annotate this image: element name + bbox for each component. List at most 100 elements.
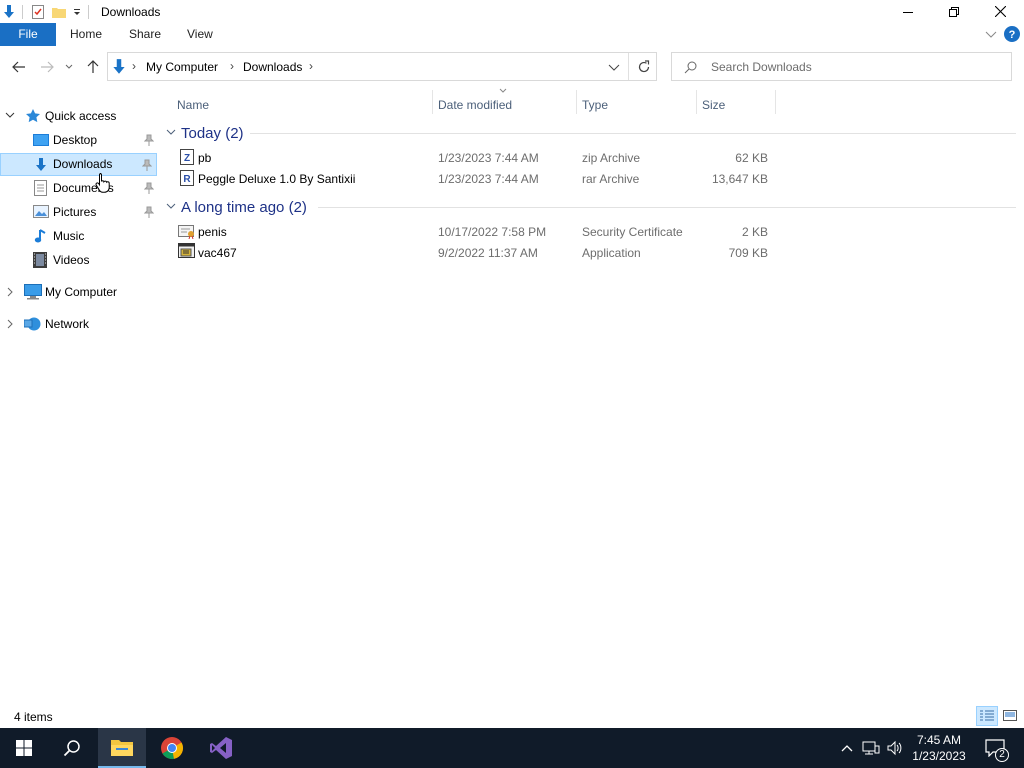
column-header-size[interactable]: Size [702,95,725,115]
taskbar-visual-studio[interactable] [197,728,245,768]
breadcrumb-my-computer[interactable]: My Computer [146,60,218,74]
refresh-icon[interactable] [637,60,651,74]
forward-button[interactable] [37,58,57,76]
column-header-type[interactable]: Type [582,95,608,115]
nav-item-label: Music [53,229,85,243]
up-button[interactable] [83,58,103,76]
group-collapse-chevron-icon[interactable] [166,203,176,211]
file-size: 13,647 KB [711,172,768,186]
search-placeholder: Search Downloads [711,60,812,74]
customize-toolbar-chevron-icon[interactable] [72,4,82,20]
back-button[interactable] [9,58,29,76]
help-icon[interactable]: ? [1004,26,1020,42]
new-folder-icon[interactable] [51,4,67,20]
group-divider [250,133,1016,134]
star-icon [26,109,40,123]
rar-archive-icon: R [180,170,194,186]
nav-videos[interactable]: Videos [0,249,158,271]
column-separator[interactable] [696,90,697,114]
file-row[interactable]: Z pb 1/23/2023 7:44 AM zip Archive 62 KB [174,148,774,169]
item-count: 4 items [14,710,53,724]
details-view-icon [980,710,994,721]
address-history-chevron-icon[interactable] [608,64,620,72]
nav-documents[interactable]: Documents [0,177,158,199]
properties-icon[interactable] [30,4,46,20]
up-arrow-icon [87,60,99,73]
column-separator[interactable] [775,90,776,114]
chevron-up-icon [841,745,853,752]
clock[interactable]: 7:45 AM 1/23/2023 [908,728,970,768]
start-button[interactable] [0,728,48,768]
search-button[interactable] [48,728,96,768]
file-row[interactable]: vac467 9/2/2022 11:37 AM Application 709… [174,243,774,264]
visual-studio-icon [210,737,232,759]
address-bar[interactable]: › My Computer › Downloads › [107,52,657,81]
column-separator[interactable] [576,90,577,114]
pin-icon[interactable] [144,206,154,218]
minimize-icon [903,11,913,13]
group-label: A long time ago (2) [181,198,307,216]
minimize-button[interactable] [885,0,931,23]
pin-icon[interactable] [144,134,154,146]
nav-quick-access-label: Quick access [45,109,117,123]
application-icon [178,243,195,258]
large-icons-view-icon [1003,710,1017,721]
breadcrumb-separator-icon: › [230,59,234,73]
group-divider [318,207,1016,208]
taskbar-file-explorer[interactable] [98,728,146,768]
tab-view[interactable]: View [187,23,213,46]
action-center-button[interactable]: 2 [978,728,1012,768]
recent-locations-button[interactable] [62,58,76,76]
pictures-icon [33,205,49,218]
close-button[interactable] [977,0,1023,23]
file-row[interactable]: R Peggle Deluxe 1.0 By Santixii 1/23/202… [174,169,774,190]
downloads-arrow-icon[interactable] [1,4,17,20]
chevron-expanded-icon[interactable] [5,112,15,120]
taskbar-chrome[interactable] [148,728,196,768]
show-hidden-icons-button[interactable] [838,728,856,768]
svg-text:Z: Z [184,153,190,164]
column-header-date-modified[interactable]: Date modified [438,95,512,115]
restore-button[interactable] [931,0,977,23]
tab-file[interactable]: File [0,23,56,46]
file-date: 10/17/2022 7:58 PM [438,225,547,239]
file-size: 2 KB [741,225,768,239]
nav-desktop[interactable]: Desktop [0,129,158,151]
group-collapse-chevron-icon[interactable] [166,129,176,137]
search-icon [684,61,697,74]
pin-icon[interactable] [142,159,152,171]
file-size: 62 KB [735,151,768,165]
nav-downloads[interactable]: Downloads [0,153,157,176]
breadcrumb-downloads[interactable]: Downloads [243,60,302,74]
group-header-today[interactable]: Today (2) [166,123,244,143]
details-view-button[interactable] [976,706,998,726]
nav-item-label: Downloads [53,157,113,171]
chevron-right-icon[interactable] [7,319,13,329]
nav-pictures[interactable]: Pictures [0,201,158,223]
network-icon [24,317,41,331]
tab-home[interactable]: Home [70,23,102,46]
nav-network[interactable]: Network [0,313,158,335]
group-header-long-ago[interactable]: A long time ago (2) [166,197,307,217]
file-row[interactable]: penis 10/17/2022 7:58 PM Security Certif… [174,222,774,243]
toolbar-separator [88,4,89,19]
nav-my-computer[interactable]: My Computer [0,281,158,303]
network-tray-icon-button[interactable] [860,728,882,768]
svg-text:?: ? [1009,29,1016,41]
nav-quick-access[interactable]: Quick access [0,105,158,127]
breadcrumb-separator-icon: › [309,59,313,73]
expand-ribbon-chevron-icon[interactable] [985,30,997,40]
file-explorer-icon [111,740,133,756]
column-separator[interactable] [432,90,433,114]
tab-share[interactable]: Share [129,23,161,46]
chevron-right-icon[interactable] [7,287,13,297]
volume-tray-button[interactable] [884,728,906,768]
nav-music[interactable]: Music [0,225,158,247]
search-box[interactable]: Search Downloads [671,52,1012,81]
status-bar: 4 items [0,706,1024,728]
desktop-icon [33,134,49,146]
column-header-name[interactable]: Name [177,95,209,115]
file-list: Name Date modified Type Size Today (2) Z… [158,86,1024,706]
pin-icon[interactable] [144,182,154,194]
large-icons-view-button[interactable] [999,706,1021,726]
